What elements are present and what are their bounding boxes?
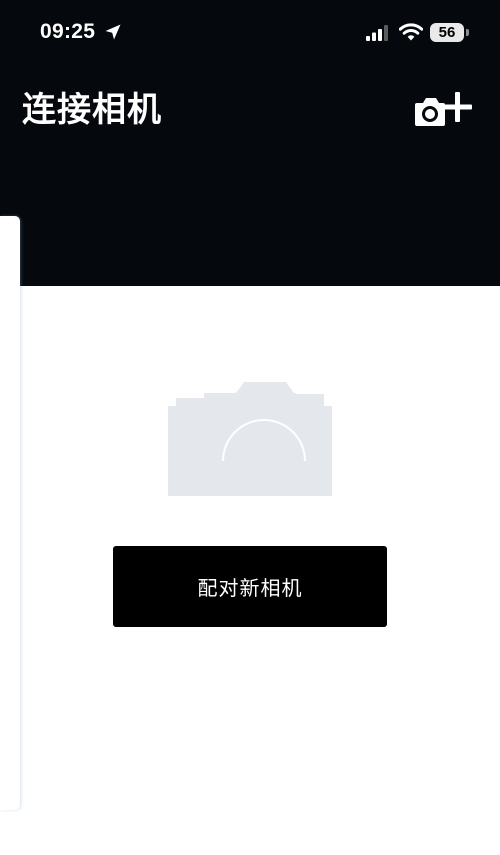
side-panel bbox=[0, 216, 20, 810]
camera-plus-icon bbox=[415, 92, 472, 126]
location-arrow-icon bbox=[105, 24, 121, 40]
add-camera-button[interactable] bbox=[412, 88, 474, 132]
cellular-signal-icon bbox=[366, 25, 388, 41]
status-time: 09:25 bbox=[40, 20, 96, 43]
pair-new-camera-button[interactable]: 配对新相机 bbox=[113, 546, 387, 627]
battery-tip bbox=[466, 29, 469, 36]
wifi-icon bbox=[399, 23, 423, 41]
battery-indicator: 56 bbox=[430, 23, 470, 42]
page-title: 连接相机 bbox=[22, 90, 162, 130]
status-bar: 09:25 56 bbox=[0, 0, 500, 64]
header: 09:25 56 连接相机 bbox=[0, 0, 500, 286]
battery-level: 56 bbox=[430, 23, 464, 42]
camera-placeholder-icon bbox=[168, 382, 332, 496]
